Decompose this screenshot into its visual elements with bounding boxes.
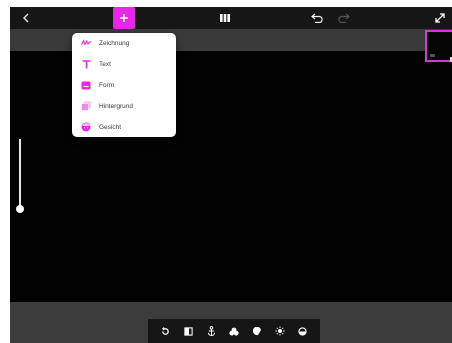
menu-item-label: Gesicht: [99, 123, 122, 131]
menu-item-drawing[interactable]: Zeichnung: [72, 33, 176, 53]
brush-icon[interactable]: [250, 324, 264, 338]
app-window: Zeichnung Text Form Hintergrund Gesicht: [10, 7, 452, 343]
menu-item-face[interactable]: Gesicht: [72, 117, 176, 137]
menu-item-label: Form: [99, 81, 115, 89]
color-icon[interactable]: [295, 324, 309, 338]
menu-item-text[interactable]: Text: [72, 54, 176, 74]
tool-strip: [148, 319, 320, 343]
size-slider-thumb[interactable]: [16, 205, 24, 213]
rotate-icon[interactable]: [158, 324, 172, 338]
expand-icon[interactable]: [432, 7, 448, 29]
background-icon: [80, 100, 92, 112]
layers-icon[interactable]: [227, 324, 241, 338]
add-button[interactable]: [113, 7, 135, 29]
size-slider-track[interactable]: [19, 139, 21, 209]
thumbnail-indicator: [430, 54, 435, 57]
bottom-toolbar: [10, 302, 452, 343]
text-icon: [80, 58, 92, 70]
menu-item-label: Hintergrund: [99, 102, 133, 110]
brightness-icon[interactable]: [273, 324, 287, 338]
drawing-icon: [80, 37, 92, 49]
panels-icon[interactable]: [218, 7, 232, 29]
frame-thumbnail[interactable]: [425, 30, 452, 62]
menu-item-shape[interactable]: Form: [72, 75, 176, 95]
add-menu: Zeichnung Text Form Hintergrund Gesicht: [72, 33, 176, 137]
menu-item-label: Zeichnung: [99, 39, 130, 47]
top-toolbar: [10, 7, 452, 29]
anchor-icon[interactable]: [204, 324, 218, 338]
shape-icon: [80, 79, 92, 91]
face-icon: [80, 121, 92, 133]
plus-icon: [120, 14, 128, 22]
redo-icon[interactable]: [334, 7, 352, 29]
chevron-left-icon[interactable]: [18, 7, 34, 29]
menu-item-background[interactable]: Hintergrund: [72, 96, 176, 116]
menu-item-label: Text: [99, 60, 111, 68]
flip-icon[interactable]: [181, 324, 195, 338]
undo-icon[interactable]: [309, 7, 327, 29]
